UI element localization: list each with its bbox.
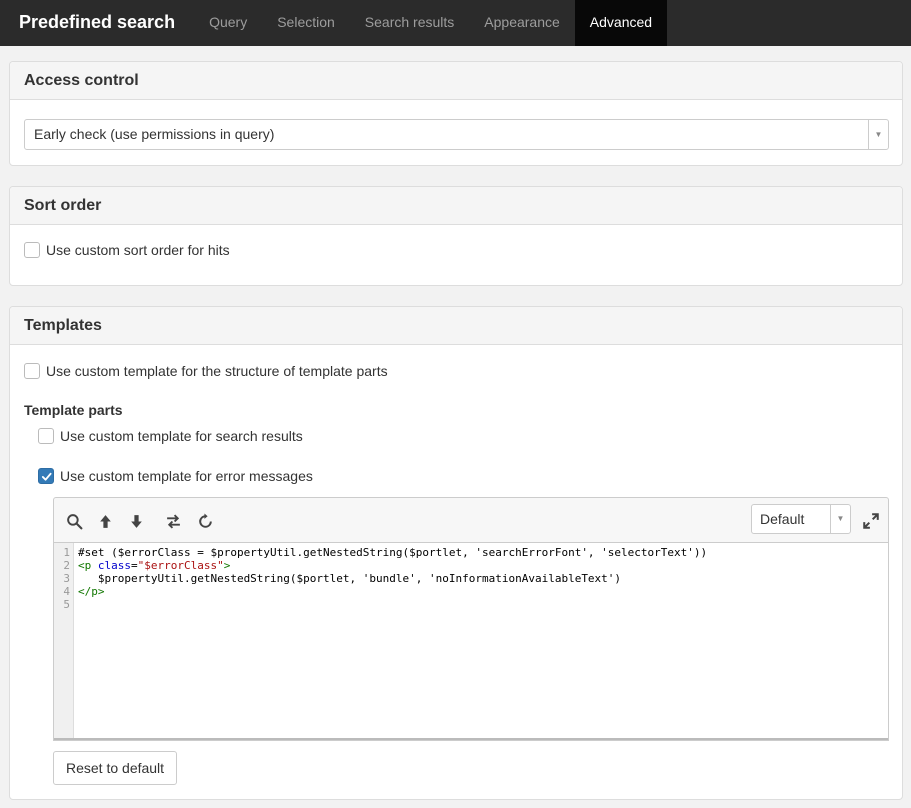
error-messages-template-checkbox-row[interactable]: Use custom template for error messages xyxy=(38,468,313,484)
template-parts-heading: Template parts xyxy=(24,402,123,418)
custom-sort-label: Use custom sort order for hits xyxy=(46,242,230,258)
arrow-down-icon[interactable] xyxy=(127,512,145,530)
reset-to-default-button[interactable]: Reset to default xyxy=(53,751,178,785)
app-title: Predefined search xyxy=(19,12,176,32)
checkmark-icon xyxy=(41,472,52,481)
editor-mode-select[interactable]: Default ▼ xyxy=(751,504,851,534)
templates-heading: Templates xyxy=(10,307,902,345)
code-attr: class xyxy=(91,559,131,572)
tab-appearance[interactable]: Appearance xyxy=(469,0,575,46)
tab-search-results[interactable]: Search results xyxy=(350,0,469,46)
error-messages-template-label: Use custom template for error messages xyxy=(60,468,313,484)
code-eq: = xyxy=(131,559,138,572)
chevron-down-icon: ▼ xyxy=(868,120,888,149)
error-messages-template-checkbox[interactable] xyxy=(38,468,54,484)
access-control-heading: Access control xyxy=(10,62,902,100)
custom-structure-label: Use custom template for the structure of… xyxy=(46,363,388,379)
line-number: 2 xyxy=(63,559,70,572)
custom-sort-checkbox[interactable] xyxy=(24,242,40,258)
line-number: 4 xyxy=(63,585,70,598)
swap-icon[interactable] xyxy=(164,512,182,530)
code-tag: > xyxy=(223,559,231,572)
search-results-template-checkbox[interactable] xyxy=(38,428,54,444)
sort-order-panel: Sort order Use custom sort order for hit… xyxy=(9,186,903,286)
access-control-select[interactable]: Early check (use permissions in query) ▼ xyxy=(24,119,889,150)
code-line: #set ($errorClass = $propertyUtil.getNes… xyxy=(78,546,708,559)
code-line: $propertyUtil.getNestedString($portlet, … xyxy=(78,572,622,585)
access-control-select-value: Early check (use permissions in query) xyxy=(34,126,275,142)
custom-structure-checkbox[interactable] xyxy=(24,363,40,379)
code-area[interactable]: 1 2 3 4 5 #set ($errorClass = $propertyU… xyxy=(54,543,888,740)
code-line: </p> xyxy=(78,585,105,598)
search-results-template-label: Use custom template for search results xyxy=(60,428,303,444)
tab-query[interactable]: Query xyxy=(194,0,262,46)
line-number: 1 xyxy=(63,546,70,559)
chevron-down-icon: ▼ xyxy=(830,505,850,533)
arrow-up-icon[interactable] xyxy=(96,512,114,530)
tab-selection[interactable]: Selection xyxy=(262,0,350,46)
refresh-icon[interactable] xyxy=(196,512,214,530)
tab-advanced[interactable]: Advanced xyxy=(574,0,668,46)
access-control-panel: Access control Early check (use permissi… xyxy=(9,61,903,166)
line-number: 3 xyxy=(63,572,70,585)
templates-panel: Templates Use custom template for the st… xyxy=(9,306,903,800)
code-tag: <p xyxy=(78,559,92,572)
custom-structure-checkbox-row[interactable]: Use custom template for the structure of… xyxy=(24,363,388,379)
line-number: 5 xyxy=(63,598,70,611)
search-icon[interactable] xyxy=(65,512,83,530)
code-line: <p class="$errorClass"> xyxy=(78,559,230,572)
search-results-template-checkbox-row[interactable]: Use custom template for search results xyxy=(38,428,303,444)
top-navbar: Predefined search Query Selection Search… xyxy=(0,0,911,46)
code-editor: Default ▼ 1 2 3 4 5 #set ($errorClass = … xyxy=(53,497,889,741)
expand-icon[interactable] xyxy=(862,512,880,530)
sort-order-heading: Sort order xyxy=(10,187,902,225)
editor-mode-value: Default xyxy=(760,511,805,527)
custom-sort-checkbox-row[interactable]: Use custom sort order for hits xyxy=(24,242,230,258)
editor-toolbar: Default ▼ xyxy=(54,498,888,543)
code-string: "$errorClass" xyxy=(137,559,224,572)
